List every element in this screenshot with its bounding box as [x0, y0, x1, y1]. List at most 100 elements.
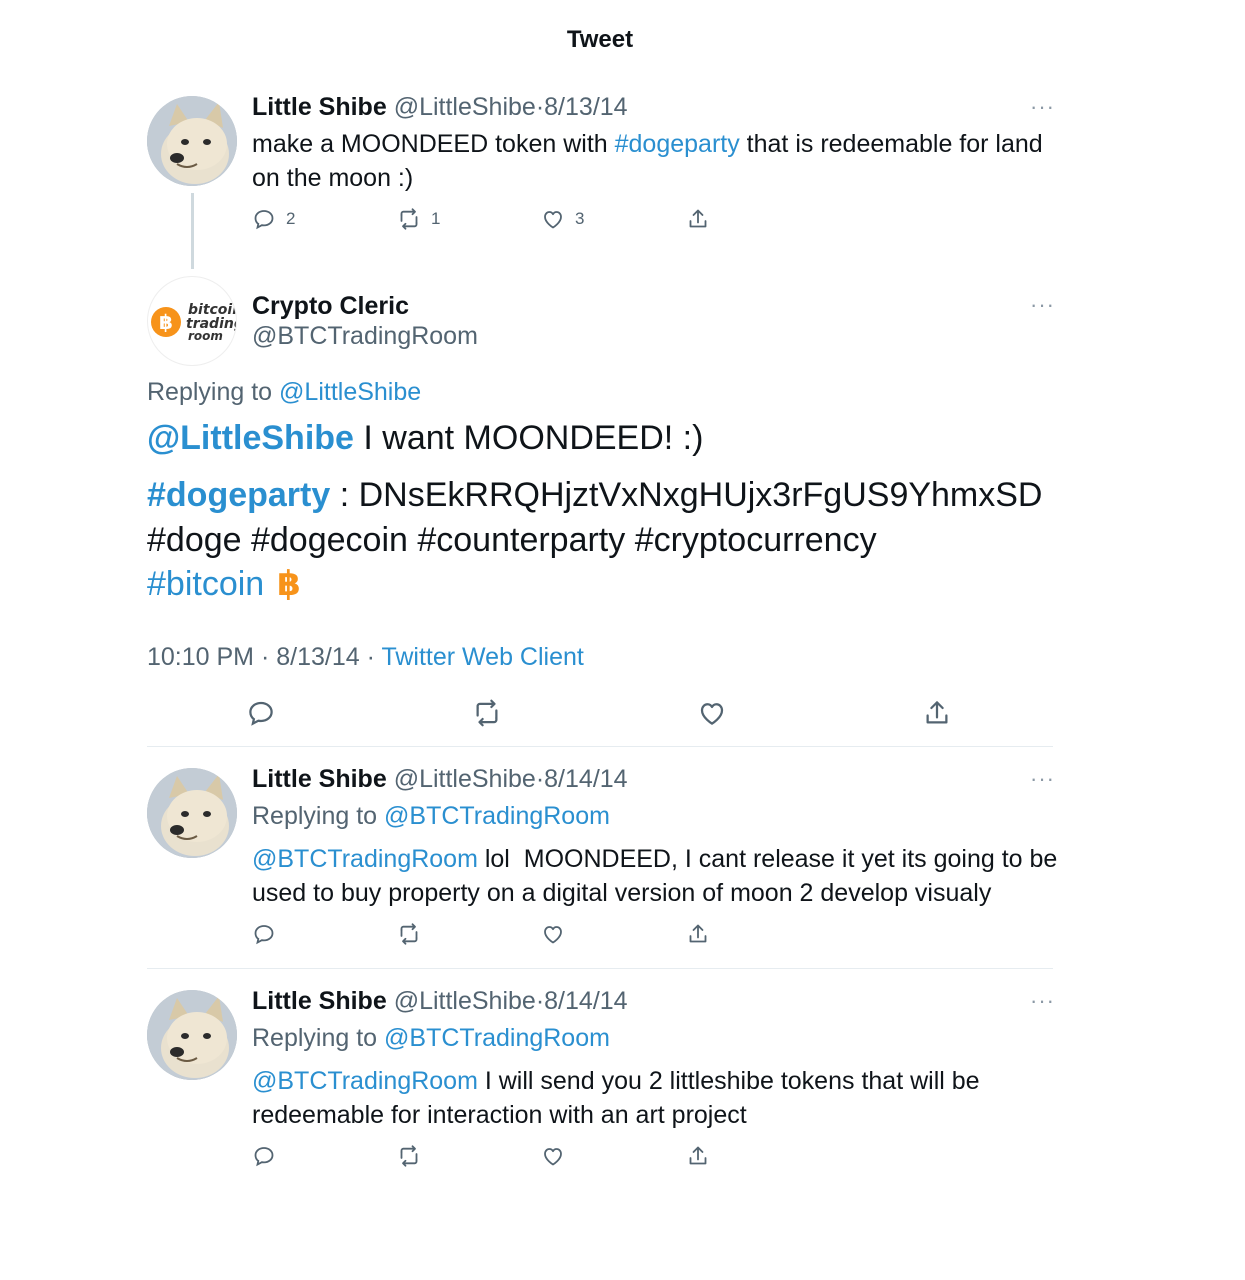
share-icon: [686, 207, 710, 231]
reply-button[interactable]: [246, 698, 276, 728]
avatar[interactable]: [147, 990, 237, 1080]
main-tweet-line-1: @LittleShibe I want MOONDEED! :): [147, 416, 703, 460]
separator: ·: [260, 643, 270, 671]
retweet-button[interactable]: [472, 698, 502, 728]
page-title: Tweet: [566, 26, 634, 53]
replying-to-label: Replying to: [252, 1024, 378, 1052]
mention-link[interactable]: @BTCTradingRoom: [252, 1067, 478, 1095]
more-icon[interactable]: ···: [1030, 766, 1055, 792]
avatar-text-3: room: [188, 329, 223, 343]
divider: [147, 746, 1053, 747]
reply-button[interactable]: [252, 922, 276, 946]
reply-icon: [246, 698, 276, 728]
doge-avatar-icon: [147, 96, 237, 186]
handle[interactable]: @LittleShibe: [394, 93, 536, 121]
reply-icon: [252, 1144, 276, 1168]
display-name[interactable]: Little Shibe: [252, 987, 387, 1015]
doge-avatar-icon: [147, 768, 237, 858]
display-name[interactable]: Little Shibe: [252, 765, 387, 793]
like-button[interactable]: [541, 1144, 565, 1168]
tweet-header: Little Shibe @LittleShibe·8/14/14: [252, 987, 628, 1016]
retweet-button[interactable]: [397, 922, 421, 946]
replying-to-handle[interactable]: @LittleShibe: [279, 378, 421, 406]
timestamp[interactable]: 8/13/14: [544, 93, 627, 121]
replying-to-label: Replying to: [147, 378, 273, 406]
handle[interactable]: @LittleShibe: [394, 765, 536, 793]
mention-link[interactable]: @BTCTradingRoom: [252, 845, 478, 873]
more-icon[interactable]: ···: [1030, 94, 1055, 120]
like-button[interactable]: [541, 922, 565, 946]
retweet-button[interactable]: 1: [397, 207, 440, 231]
reply-icon: [252, 922, 276, 946]
more-icon[interactable]: ···: [1030, 292, 1055, 318]
retweet-icon: [397, 207, 421, 231]
avatar[interactable]: [147, 768, 237, 858]
share-button[interactable]: [686, 922, 710, 946]
share-button[interactable]: [686, 207, 710, 231]
retweet-icon: [397, 922, 421, 946]
like-icon: [541, 922, 565, 946]
avatar[interactable]: ฿ bitcoin trading room: [147, 276, 237, 366]
thread-line: [191, 193, 194, 269]
retweet-icon: [472, 698, 502, 728]
hashtag-link[interactable]: #bitcoin: [147, 565, 264, 603]
like-button[interactable]: 3: [541, 207, 584, 231]
handle[interactable]: @LittleShibe: [394, 987, 536, 1015]
text-segment: make a MOONDEED token with: [252, 130, 615, 158]
like-icon: [697, 698, 727, 728]
reply-button[interactable]: [252, 1144, 276, 1168]
share-icon: [686, 1144, 710, 1168]
reply-icon: [252, 207, 276, 231]
svg-text:฿: ฿: [277, 565, 301, 601]
tweet-header: Little Shibe @LittleShibe·8/14/14: [252, 765, 628, 794]
share-button[interactable]: [922, 698, 952, 728]
tweet-text: make a MOONDEED token with #dogeparty th…: [252, 127, 1062, 195]
tweet-text: @BTCTradingRoom I will send you 2 little…: [252, 1064, 1062, 1132]
bitcoin-trading-room-logo-icon: ฿ bitcoin trading room: [151, 302, 236, 343]
client-link[interactable]: Twitter Web Client: [381, 643, 583, 671]
tweet-time[interactable]: 10:10 PM: [147, 643, 254, 671]
tweet-header: Little Shibe @LittleShibe·8/13/14: [252, 93, 628, 122]
replying-to: Replying to @LittleShibe: [147, 378, 421, 407]
separator: ·: [535, 765, 545, 793]
separator: ·: [535, 987, 545, 1015]
hashtag-link[interactable]: #dogeparty: [615, 130, 740, 158]
retweet-count: 1: [431, 209, 441, 228]
more-icon[interactable]: ···: [1030, 988, 1055, 1014]
reply-button[interactable]: 2: [252, 207, 295, 231]
separator: ·: [535, 93, 545, 121]
like-icon: [541, 1144, 565, 1168]
retweet-icon: [397, 1144, 421, 1168]
like-count: 3: [575, 209, 585, 228]
retweet-button[interactable]: [397, 1144, 421, 1168]
timestamp[interactable]: 8/14/14: [544, 987, 627, 1015]
replying-to-handle[interactable]: @BTCTradingRoom: [384, 802, 610, 830]
bitcoin-emoji-icon: ฿: [277, 564, 301, 604]
like-button[interactable]: [697, 698, 727, 728]
text-segment: I want MOONDEED! :): [353, 419, 704, 457]
divider: [147, 968, 1053, 969]
replying-to-handle[interactable]: @BTCTradingRoom: [384, 1024, 610, 1052]
svg-text:฿: ฿: [159, 310, 173, 334]
handle[interactable]: @BTCTradingRoom: [252, 322, 478, 351]
display-name-text: Crypto Cleric: [252, 292, 409, 320]
display-name[interactable]: Little Shibe: [252, 93, 387, 121]
mention-link[interactable]: @LittleShibe: [147, 419, 354, 457]
display-name[interactable]: Crypto Cleric: [252, 292, 409, 321]
timestamp[interactable]: 8/14/14: [544, 765, 627, 793]
tweet-text: @BTCTradingRoom lol MOONDEED, I cant rel…: [252, 842, 1062, 910]
hashtag-link[interactable]: #dogeparty: [147, 476, 330, 514]
replying-to: Replying to @BTCTradingRoom: [252, 1024, 610, 1053]
replying-to-label: Replying to: [252, 802, 378, 830]
share-button[interactable]: [686, 1144, 710, 1168]
tweet-date[interactable]: 8/13/14: [276, 643, 359, 671]
hashtag-line[interactable]: #doge #dogecoin #counterparty #cryptocur…: [147, 518, 877, 562]
separator: ·: [366, 643, 375, 671]
doge-avatar-icon: [147, 990, 237, 1080]
address-text: : DNsEkRRQHjztVxNxgHUjx3rFgUS9YhmxSD: [330, 476, 1043, 514]
reply-count: 2: [286, 209, 296, 228]
share-icon: [686, 922, 710, 946]
replying-to: Replying to @BTCTradingRoom: [252, 802, 610, 831]
avatar[interactable]: [147, 96, 237, 186]
share-icon: [922, 698, 952, 728]
